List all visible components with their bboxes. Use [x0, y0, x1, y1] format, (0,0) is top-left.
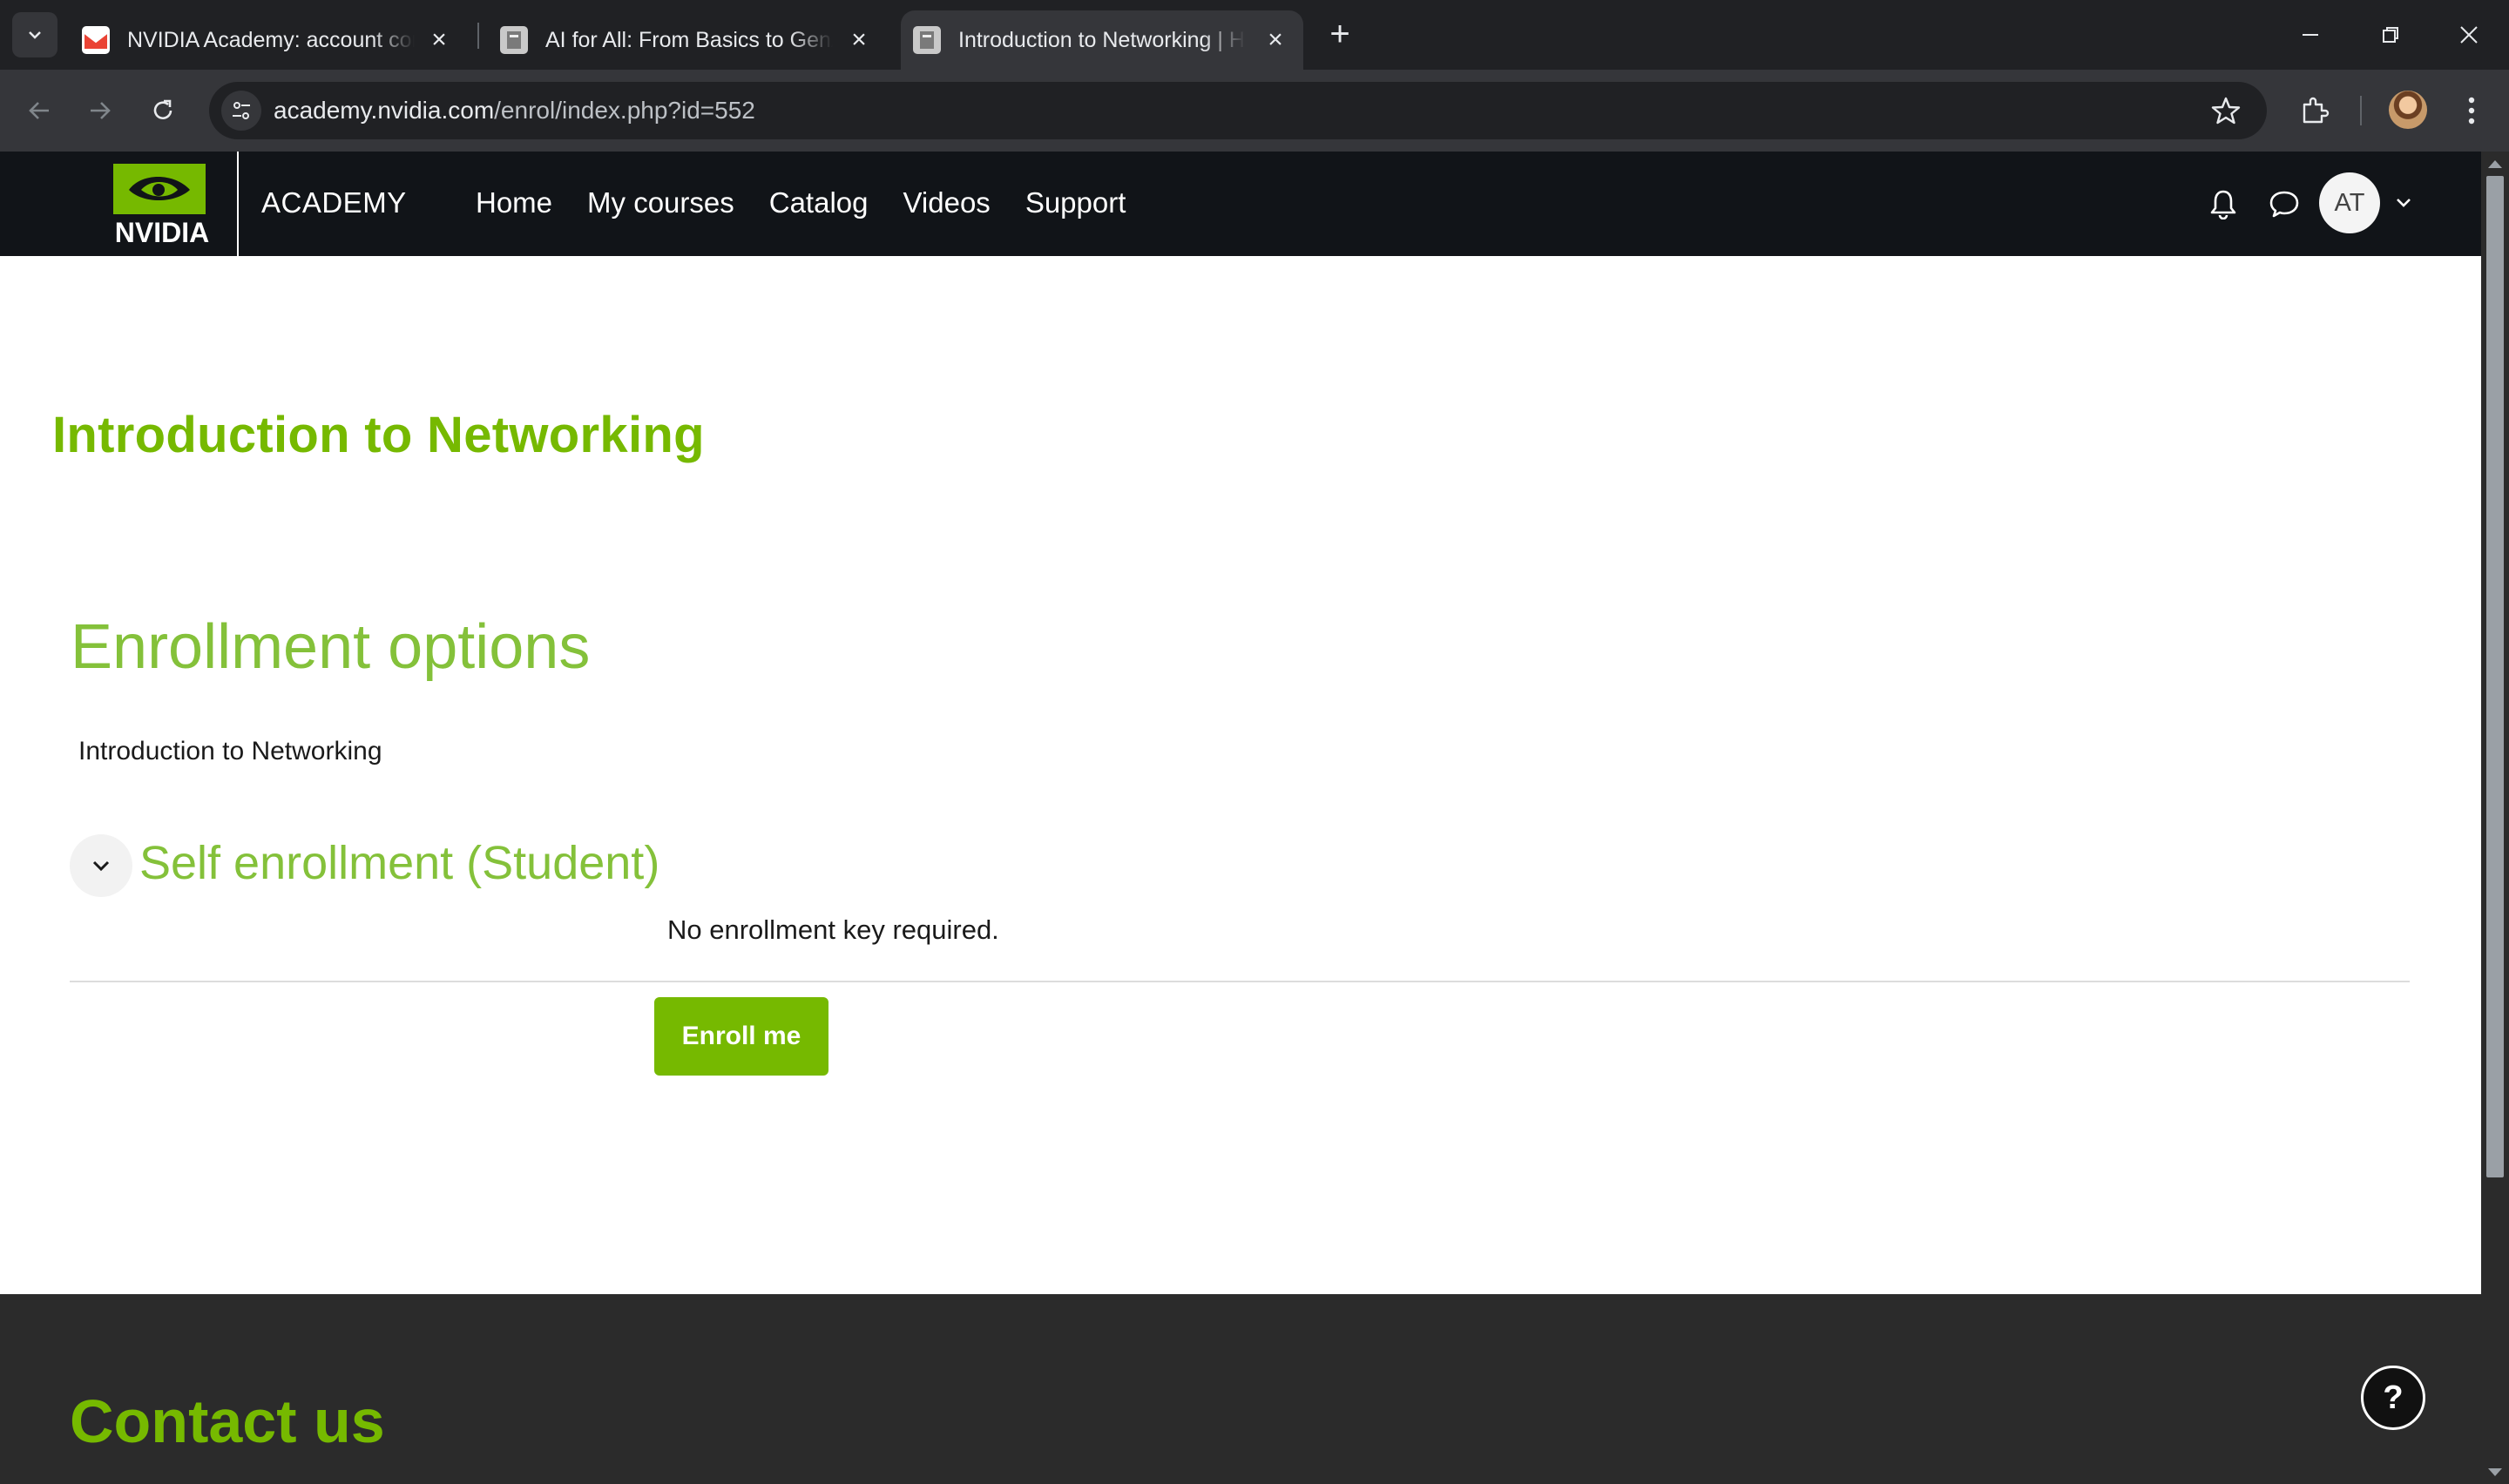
enrollment-key-note: No enrollment key required.: [667, 914, 999, 945]
chevron-down-icon: [2397, 199, 2411, 207]
course-title: Introduction to Networking: [52, 407, 705, 463]
tab-title: NVIDIA Academy: account confirmation: [127, 27, 415, 52]
site-header: NVIDIA ACADEMY Home My courses Catalog V…: [0, 152, 2481, 256]
puzzle-icon: [2303, 97, 2330, 124]
scroll-down-arrow[interactable]: [2488, 1468, 2502, 1476]
browser-menu-button[interactable]: [2452, 91, 2492, 131]
bookmark-star-icon[interactable]: [2209, 94, 2242, 127]
nav-home[interactable]: Home: [476, 186, 552, 219]
course-name[interactable]: Introduction to Networking: [78, 737, 382, 766]
reload-button[interactable]: [141, 89, 185, 132]
enrollment-method-heading: Self enrollment (Student): [139, 837, 660, 889]
tab-title: AI for All: From Basics to GenAI: [545, 27, 833, 52]
restore-button[interactable]: [2350, 0, 2431, 70]
logo-wordmark: NVIDIA: [115, 217, 209, 247]
tab-nvidia-academy-email[interactable]: NVIDIA Academy: account confirmation ×: [70, 10, 467, 70]
section-name: ACADEMY: [261, 186, 407, 219]
close-icon: [2460, 26, 2478, 44]
page-icon: [500, 26, 528, 54]
browser-toolbar: academy.nvidia.com/enrol/index.php?id=55…: [0, 70, 2509, 152]
scrollbar-thumb[interactable]: [2486, 176, 2504, 1177]
minimize-icon: [2303, 34, 2318, 36]
user-avatar[interactable]: AT: [2319, 172, 2380, 233]
help-button[interactable]: ?: [2361, 1366, 2425, 1430]
nvidia-logo[interactable]: NVIDIA: [103, 160, 225, 248]
back-button[interactable]: [17, 89, 61, 132]
page-heading: Enrollment options: [71, 612, 591, 682]
bell-icon: [2210, 190, 2236, 219]
browser-tab-bar: NVIDIA Academy: account confirmation × A…: [0, 0, 2509, 70]
page-icon: [913, 26, 941, 54]
close-icon[interactable]: ×: [847, 27, 871, 53]
site-info-button[interactable]: [221, 91, 261, 131]
tab-divider: [477, 23, 479, 49]
nav-videos[interactable]: Videos: [903, 186, 991, 219]
url-host: academy.nvidia.com: [274, 97, 495, 124]
nav-support[interactable]: Support: [1025, 186, 1126, 219]
collapse-toggle[interactable]: [70, 834, 132, 897]
page-scrollbar[interactable]: [2481, 152, 2509, 1484]
tab-search-button[interactable]: [12, 12, 57, 57]
gmail-icon: [82, 26, 110, 54]
site-footer: Contact us ?: [0, 1294, 2481, 1484]
user-menu-toggle[interactable]: [2391, 190, 2417, 216]
tune-icon: [233, 102, 250, 119]
reload-icon: [153, 99, 172, 119]
enroll-me-button[interactable]: Enroll me: [654, 997, 828, 1076]
close-icon[interactable]: ×: [427, 27, 451, 53]
profile-avatar[interactable]: [2389, 91, 2427, 129]
extensions-button[interactable]: [2295, 91, 2335, 131]
page-viewport: NVIDIA ACADEMY Home My courses Catalog V…: [0, 152, 2481, 1484]
messages-button[interactable]: [2265, 185, 2303, 223]
close-icon[interactable]: ×: [1263, 27, 1288, 53]
toolbar-divider: [2360, 96, 2362, 125]
chevron-down-icon: [92, 860, 110, 872]
tab-title: Introduction to Networking | Home: [958, 27, 1246, 52]
minimize-button[interactable]: [2270, 0, 2350, 70]
scroll-up-arrow[interactable]: [2488, 160, 2502, 168]
url-path: /enrol/index.php?id=552: [494, 97, 755, 124]
notifications-button[interactable]: [2204, 185, 2242, 223]
nav-my-courses[interactable]: My courses: [587, 186, 734, 219]
new-tab-button[interactable]: +: [1321, 16, 1359, 54]
tab-introduction-to-networking[interactable]: Introduction to Networking | Home ×: [901, 10, 1303, 70]
divider: [70, 981, 2410, 982]
close-window-button[interactable]: [2429, 0, 2509, 70]
url-text[interactable]: academy.nvidia.com/enrol/index.php?id=55…: [274, 97, 755, 125]
nav-catalog[interactable]: Catalog: [769, 186, 869, 219]
arrow-left-icon: [29, 102, 49, 119]
contact-heading: Contact us: [70, 1387, 385, 1455]
more-vertical-icon: [2468, 97, 2475, 125]
forward-button[interactable]: [78, 89, 122, 132]
arrow-right-icon: [91, 102, 111, 119]
primary-nav: Home My courses Catalog Videos Support: [476, 186, 1126, 219]
logo-divider: [237, 152, 239, 256]
tab-ai-for-all[interactable]: AI for All: From Basics to GenAI ×: [488, 10, 887, 70]
chevron-down-icon: [29, 31, 41, 39]
restore-icon: [2383, 27, 2398, 43]
chat-bubble-icon: [2269, 191, 2299, 218]
address-bar[interactable]: academy.nvidia.com/enrol/index.php?id=55…: [209, 82, 2267, 139]
